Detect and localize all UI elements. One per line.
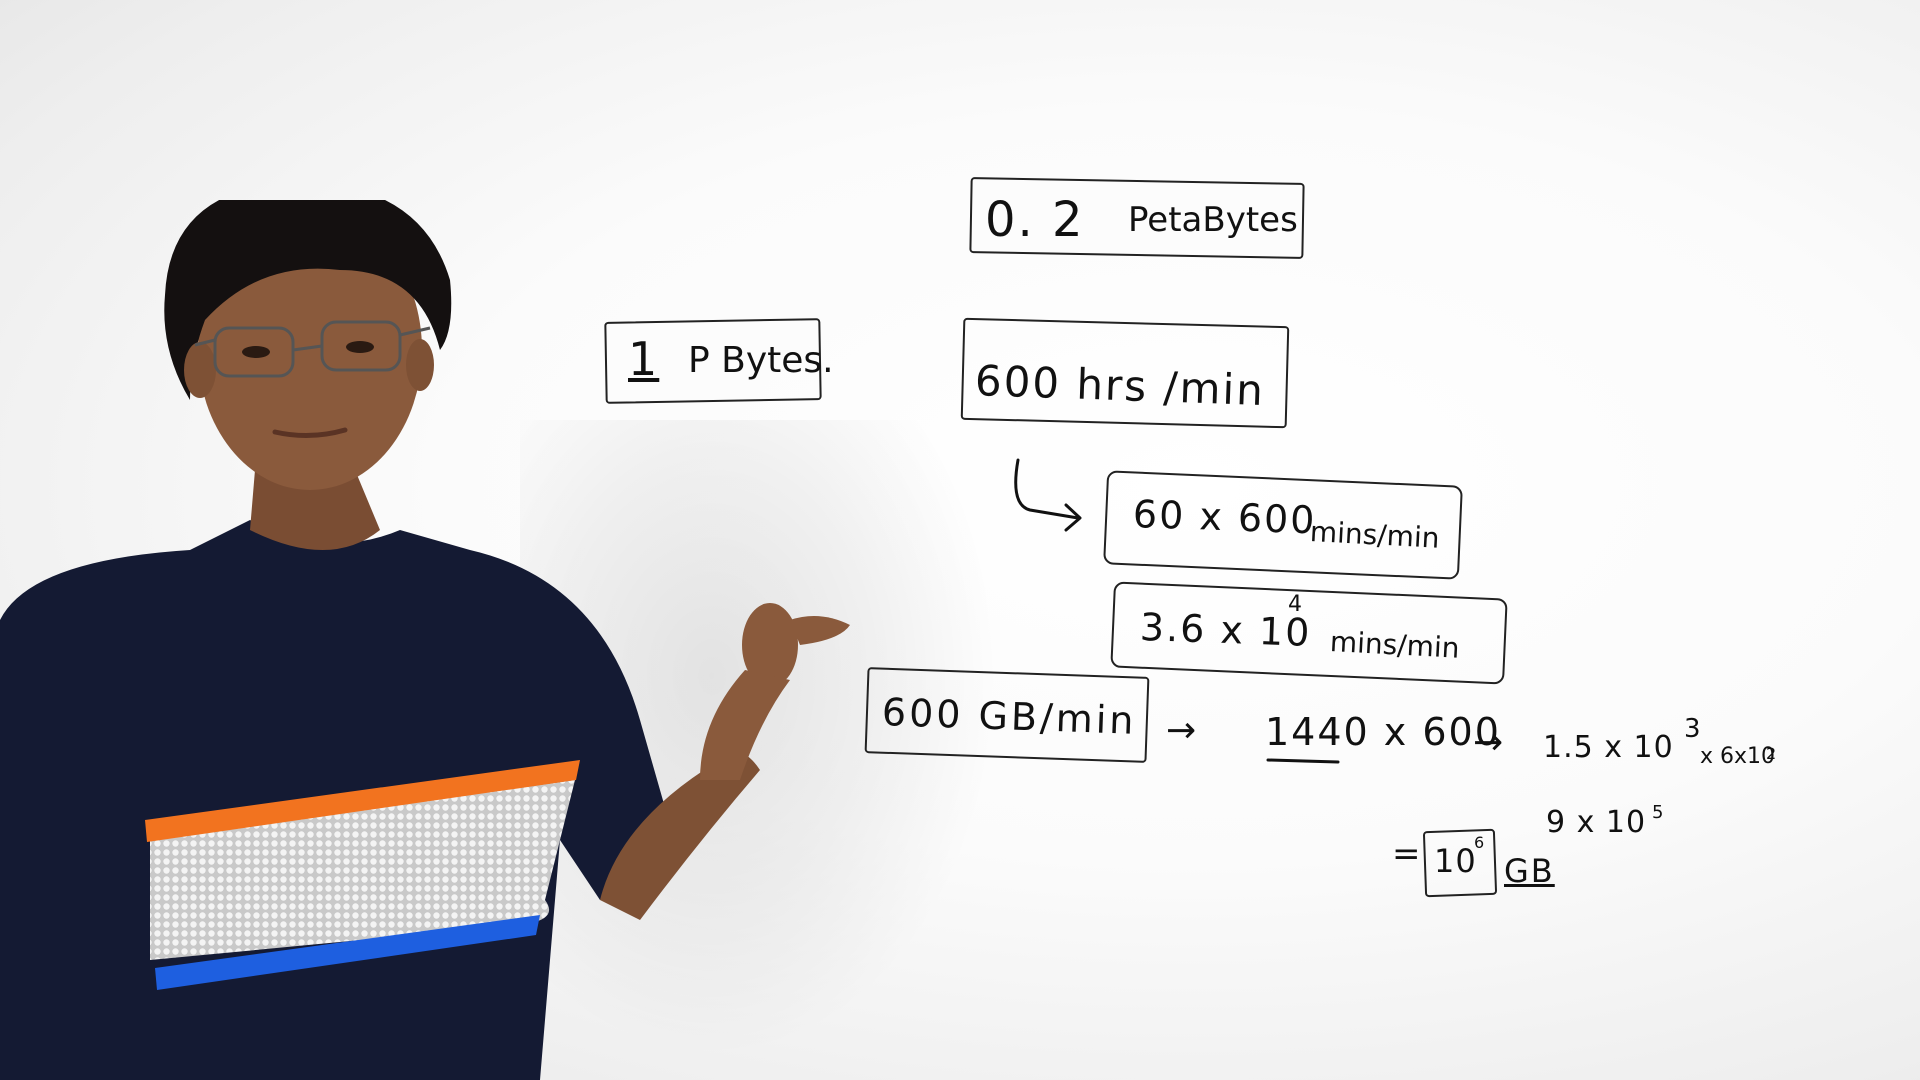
eye-right [346, 341, 374, 353]
presenter [0, 200, 850, 1080]
eye-left [242, 346, 270, 358]
thumb [790, 616, 850, 645]
ear-right [406, 339, 434, 391]
forearm [700, 670, 790, 780]
ear-left [184, 342, 216, 398]
